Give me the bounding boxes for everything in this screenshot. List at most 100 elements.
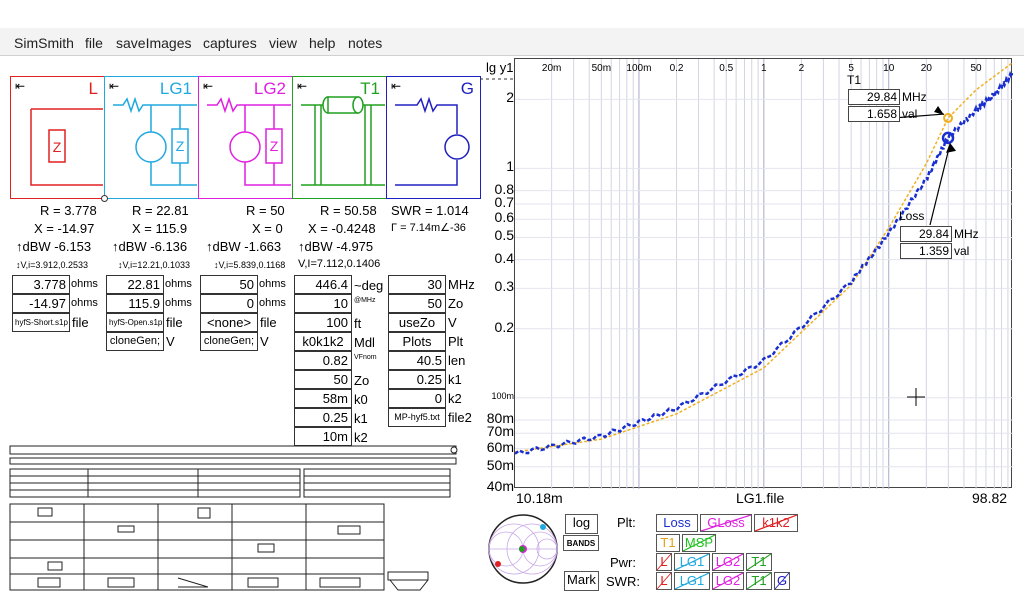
panel-t1[interactable]: ⇤ T1 — [292, 76, 387, 199]
log-button[interactable]: log — [565, 514, 598, 534]
y-tick-label: 0.5 — [494, 227, 514, 244]
menu-help[interactable]: help — [309, 35, 335, 51]
lg1-resistance: R = 22.81 — [132, 203, 189, 218]
thumbnail-strip — [9, 445, 458, 591]
g-param-input[interactable]: 30 — [388, 275, 446, 294]
menu-view[interactable]: view — [269, 35, 297, 51]
g-param-input[interactable]: 0.25 — [388, 370, 446, 389]
t1-param-unit: VFnom — [354, 354, 377, 361]
panel-lg1[interactable]: ⇤ LG1 Z — [104, 76, 199, 199]
g-param-input[interactable]: 0 — [388, 389, 446, 408]
g-param-input[interactable]: 40.5 — [388, 351, 446, 370]
transmission-line-icon — [301, 96, 385, 186]
plt-toggle-gloss[interactable]: GLoss — [700, 514, 752, 532]
smith-chart[interactable] — [487, 513, 559, 585]
lg2-reactance: X = 0 — [252, 221, 283, 236]
swr-toggle-lg1[interactable]: LG1 — [674, 572, 710, 590]
pwr-toggle-lg1[interactable]: LG1 — [674, 553, 710, 571]
menu-bar: SimSmith file saveImages captures view h… — [0, 28, 1024, 56]
panel-l[interactable]: ⇤ L Z — [10, 76, 105, 199]
marker-t1-title: T1 — [847, 73, 862, 87]
pwr-label: Pwr: — [610, 555, 636, 570]
t1-param-input[interactable]: 0.25 — [294, 408, 352, 427]
lg1-gen-label: V — [166, 334, 175, 349]
g-param-input[interactable]: MP-hyf5.txt — [388, 408, 446, 427]
y-tick-label: 70m — [486, 423, 514, 440]
plt-toggle-k1k2[interactable]: k1k2 — [754, 514, 798, 532]
x-tick-label: 10 — [883, 63, 895, 74]
t1-param-input[interactable]: 446.4 — [294, 275, 352, 294]
lg2-resistance-input[interactable]: 50 — [200, 275, 258, 294]
plot-area[interactable]: 20m 50m 100m 0.2 0.5 1 2 5 10 20 50 T1 29.84 MHz 1… — [514, 58, 1013, 489]
lg2-reactance-input[interactable]: 0 — [200, 294, 258, 313]
g-param-input[interactable]: useZo — [388, 313, 446, 332]
g-gamma: Γ = 7.14m∠-36 — [391, 222, 466, 234]
menu-simsmith[interactable]: SimSmith — [14, 35, 74, 51]
t1-param-input[interactable]: 10 — [294, 294, 352, 313]
plt-toggle-msp[interactable]: MSP — [682, 534, 716, 552]
y-tick-label: 0.6 — [494, 209, 514, 226]
connector-node[interactable] — [101, 195, 108, 202]
plt-toggle-t1[interactable]: T1 — [656, 534, 680, 552]
plt-toggle-loss[interactable]: Loss — [656, 514, 698, 532]
lg1-file-button[interactable]: hyfS-Open.s1p — [106, 313, 164, 332]
y-tick-label: 50m — [486, 456, 514, 473]
lg2-gen-button[interactable]: cloneGen; — [200, 332, 258, 351]
t1-param-input[interactable]: 50 — [294, 370, 352, 389]
x-tick-label: 20 — [921, 63, 933, 74]
menu-saveimages[interactable]: saveImages — [116, 35, 191, 51]
swr-toggle-l[interactable]: L — [656, 572, 672, 590]
l-unit-ohms: ohms — [71, 278, 98, 290]
lg1-file-label: file — [166, 315, 183, 330]
lg1-reactance-input[interactable]: 115.9 — [106, 294, 164, 313]
generator-schematic-icon: Z — [113, 96, 197, 186]
l-vi: ↕V,i=3.912,0.2533 — [16, 260, 88, 270]
marker-loss-arrowhead — [946, 142, 957, 153]
t1-param-input[interactable]: 100 — [294, 313, 352, 332]
menu-notes[interactable]: notes — [348, 35, 382, 51]
bands-button[interactable]: BANDS — [563, 535, 599, 551]
x-tick-label: 50m — [592, 63, 611, 74]
lg1-resistance-input[interactable]: 22.81 — [106, 275, 164, 294]
g-param-input[interactable]: 50 — [388, 294, 446, 313]
mark-button[interactable]: Mark — [564, 571, 599, 591]
g-param-unit: file2 — [448, 410, 472, 425]
x-tick-label: 1 — [761, 63, 767, 74]
lg1-reactance: X = 115.9 — [132, 221, 188, 236]
marker-t1-leader — [892, 113, 945, 119]
g-param-unit: k1 — [448, 372, 462, 387]
plot-canvas[interactable]: 20m 50m 100m 0.2 0.5 1 2 5 10 20 50 — [515, 59, 1013, 489]
pwr-toggle-l[interactable]: L — [656, 553, 672, 571]
lg1-gen-button[interactable]: cloneGen; — [106, 332, 164, 351]
panel-lg2[interactable]: ⇤ LG2 Z — [198, 76, 293, 199]
menu-file[interactable]: file — [85, 35, 103, 51]
swr-toggle-g[interactable]: G — [774, 572, 790, 590]
svg-text:Z: Z — [53, 139, 62, 155]
l-reactance-input[interactable]: -14.97 — [12, 294, 70, 313]
l-reactance: X = -14.97 — [34, 221, 95, 236]
disabled-slash-icon — [657, 573, 671, 589]
t1-param-input[interactable]: 0.82 — [294, 351, 352, 370]
t1-param-input[interactable]: k0k1k2 — [294, 332, 352, 351]
t1-param-input[interactable]: 58m — [294, 389, 352, 408]
g-param-unit: len — [448, 353, 466, 368]
g-param-input[interactable]: Plots — [388, 332, 446, 351]
y-tick-label: 2 — [506, 89, 514, 106]
pwr-toggle-lg2[interactable]: LG2 — [712, 553, 744, 571]
pwr-toggle-t1[interactable]: T1 — [746, 553, 772, 571]
panel-g[interactable]: ⇤ G — [386, 76, 481, 199]
lg2-gen-label: V — [260, 334, 269, 349]
g-param-unit: V — [448, 315, 457, 330]
x-tick-label: 20m — [542, 63, 561, 74]
disabled-slash-icon — [657, 554, 671, 570]
lg2-file-button[interactable]: <none> — [200, 313, 258, 332]
marker-loss-leader — [929, 143, 951, 226]
y-tick-label: 0.7 — [494, 193, 514, 210]
swr-toggle-lg2[interactable]: LG2 — [712, 572, 744, 590]
swr-toggle-t1[interactable]: T1 — [746, 572, 772, 590]
menu-captures[interactable]: captures — [203, 35, 257, 51]
l-file-button[interactable]: hyfS-Short.s1p — [12, 313, 70, 332]
l-resistance-input[interactable]: 3.778 — [12, 275, 70, 294]
y-tick-label: 60m — [486, 438, 514, 455]
g-param-unit: Zo — [448, 296, 464, 311]
